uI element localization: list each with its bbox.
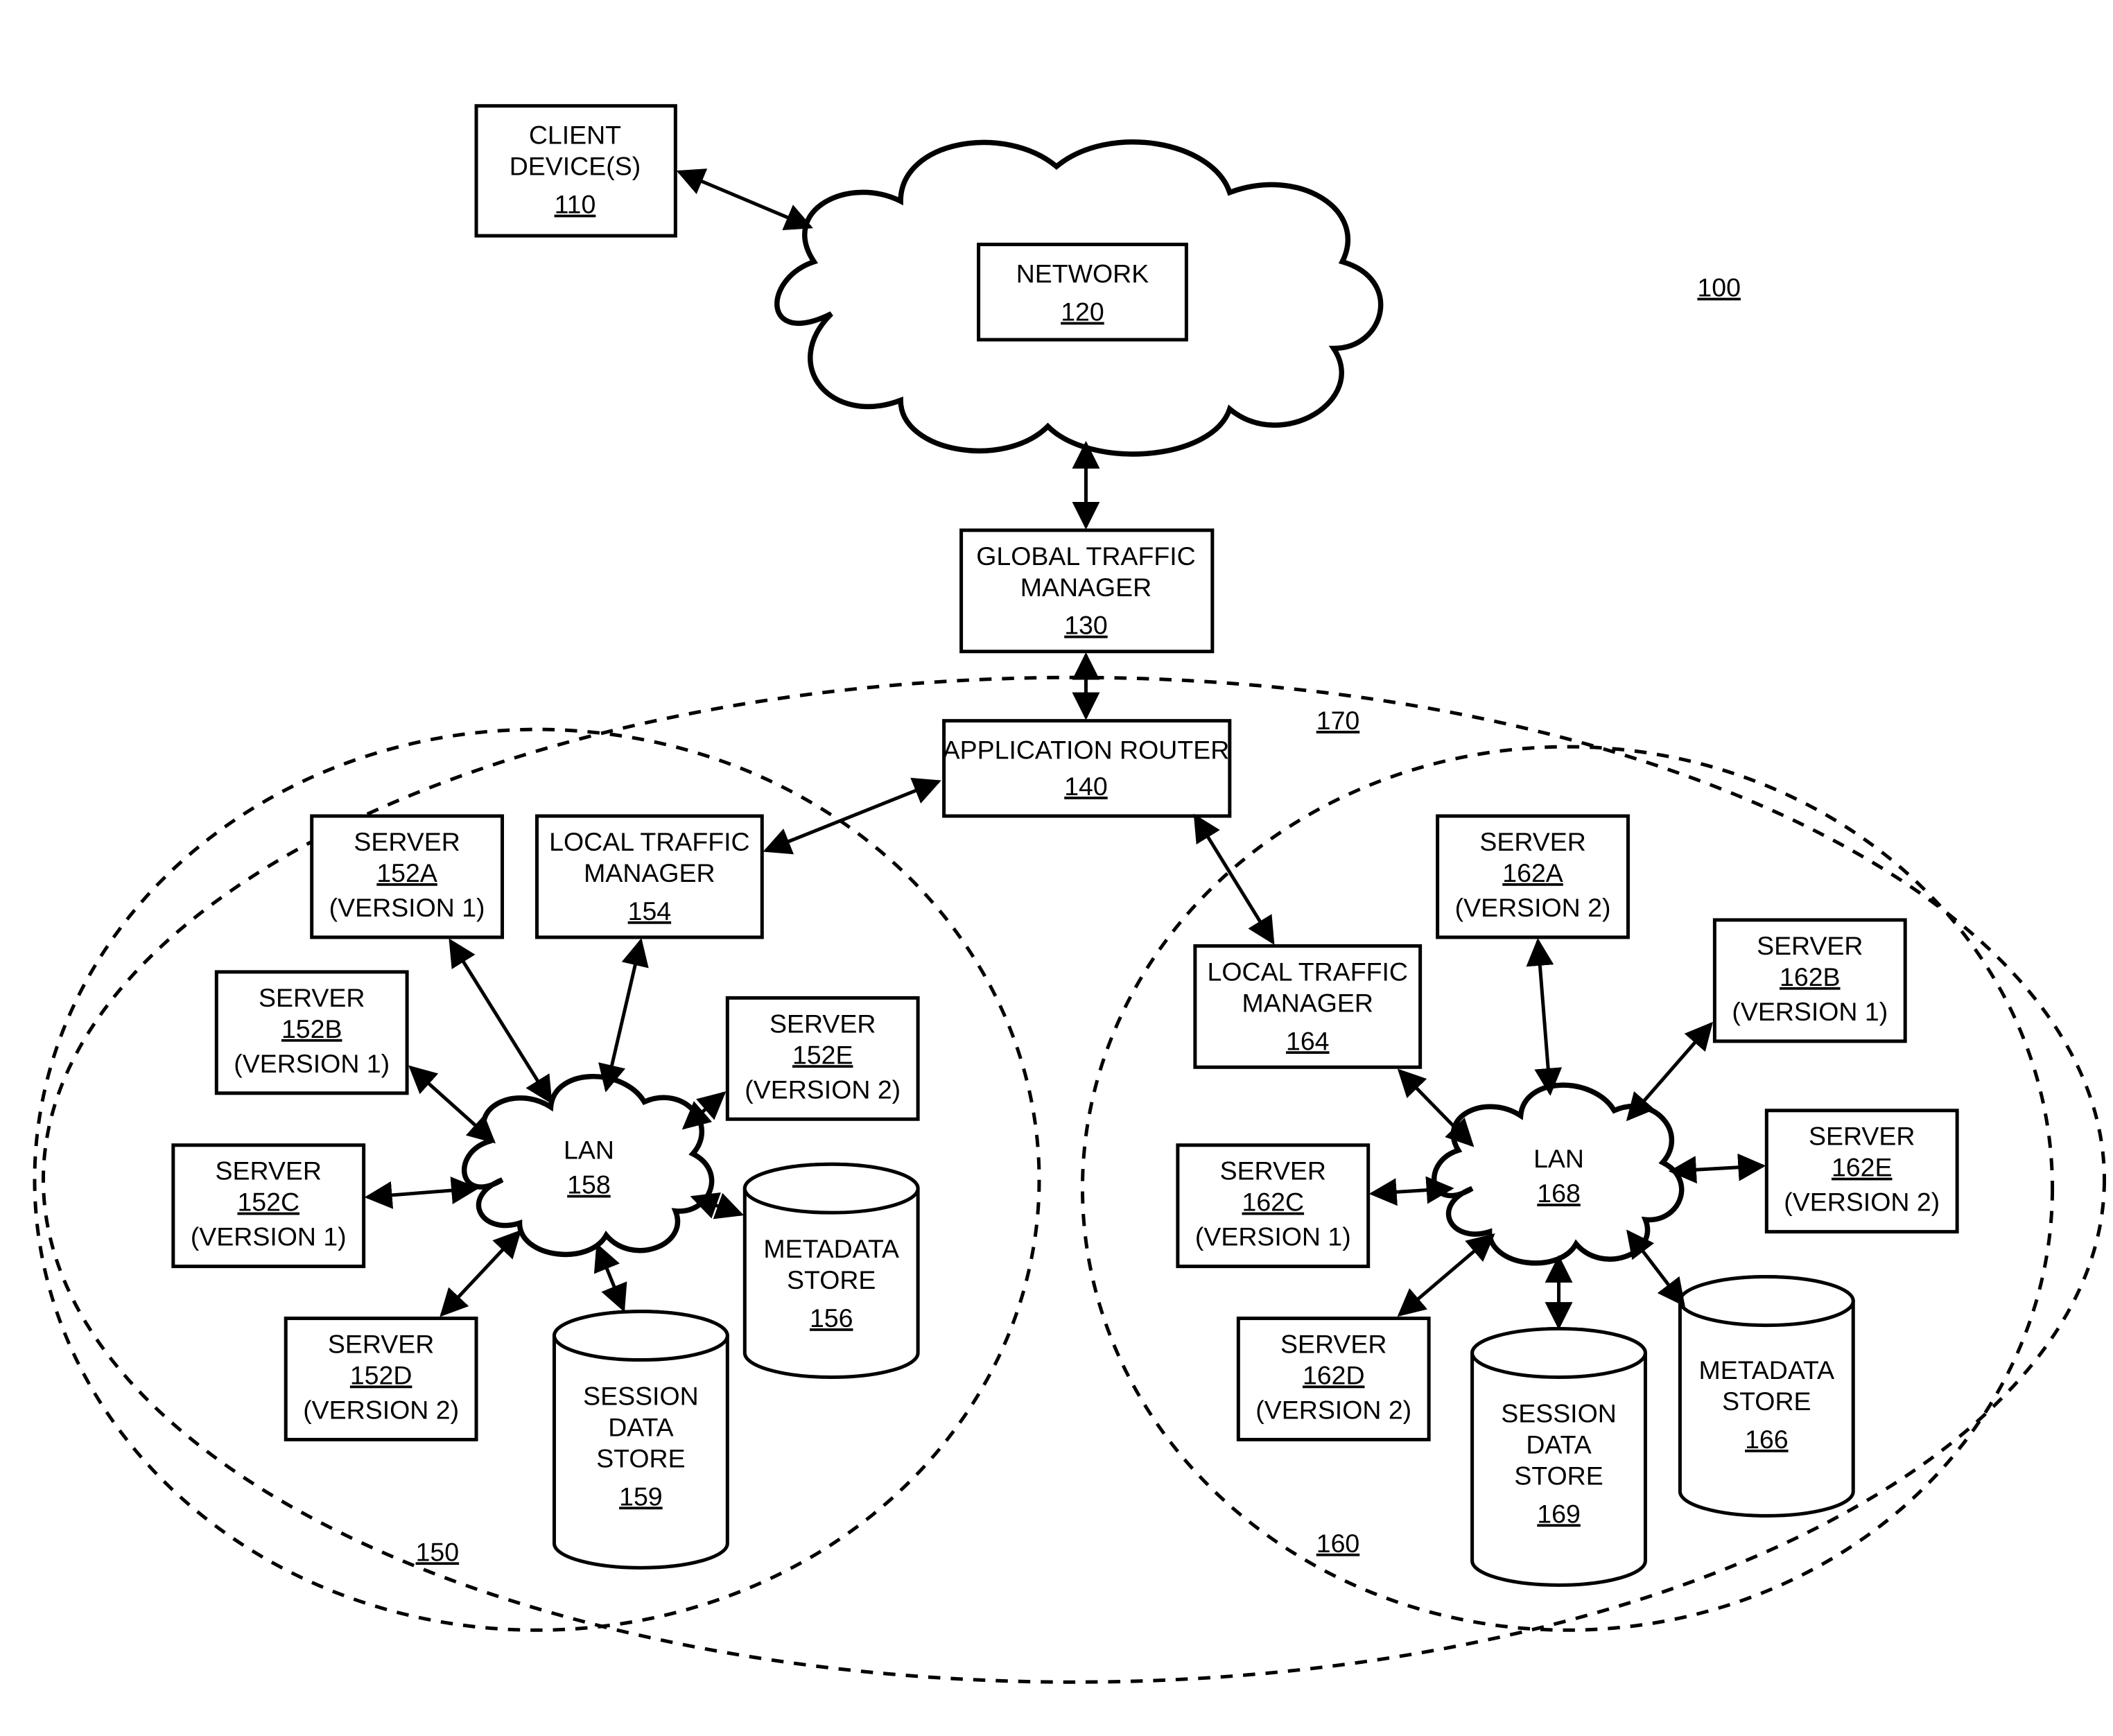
svg-text:SESSION: SESSION: [1501, 1398, 1617, 1427]
svg-text:(VERSION 1): (VERSION 1): [234, 1049, 390, 1078]
svg-text:SERVER: SERVER: [354, 827, 460, 856]
svg-text:MANAGER: MANAGER: [1020, 573, 1151, 602]
svg-text:SERVER: SERVER: [259, 983, 365, 1012]
right-session-store: SESSION DATA STORE 169: [1472, 1329, 1646, 1586]
svg-text:152B: 152B: [281, 1014, 342, 1043]
svg-text:130: 130: [1064, 611, 1108, 640]
left-server-c: SERVER 152C (VERSION 1): [173, 1145, 364, 1267]
svg-text:152E: 152E: [792, 1040, 853, 1069]
svg-text:164: 164: [1286, 1026, 1330, 1055]
svg-text:DEVICE(S): DEVICE(S): [510, 152, 641, 181]
right-server-c: SERVER 162C (VERSION 1): [1178, 1145, 1368, 1267]
svg-text:158: 158: [567, 1170, 611, 1199]
svg-text:166: 166: [1745, 1425, 1789, 1454]
right-server-b: SERVER 162B (VERSION 1): [1714, 920, 1905, 1041]
left-ltm-box: LOCAL TRAFFIC MANAGER 154: [537, 816, 762, 937]
svg-text:GLOBAL TRAFFIC: GLOBAL TRAFFIC: [976, 541, 1195, 571]
svg-text:CLIENT: CLIENT: [529, 121, 621, 150]
application-router-box: APPLICATION ROUTER 140: [943, 721, 1230, 816]
svg-text:STORE: STORE: [1722, 1387, 1811, 1416]
svg-text:MANAGER: MANAGER: [1242, 988, 1373, 1017]
svg-text:LOCAL TRAFFIC: LOCAL TRAFFIC: [1208, 957, 1408, 986]
svg-text:SERVER: SERVER: [1280, 1330, 1386, 1359]
left-server-b: SERVER 152B (VERSION 1): [216, 972, 407, 1093]
svg-text:160: 160: [1316, 1529, 1360, 1558]
right-metadata-store: METADATA STORE 166: [1680, 1277, 1853, 1516]
svg-text:154: 154: [628, 896, 672, 926]
left-session-store: SESSION DATA STORE 159: [554, 1312, 727, 1568]
svg-text:DATA: DATA: [608, 1412, 673, 1441]
svg-text:140: 140: [1064, 772, 1108, 801]
client-device-box: CLIENT DEVICE(S) 110: [476, 106, 675, 236]
svg-text:152D: 152D: [350, 1361, 412, 1390]
svg-text:(VERSION 2): (VERSION 2): [303, 1395, 459, 1424]
right-server-d: SERVER 162D (VERSION 2): [1238, 1319, 1429, 1440]
svg-text:162A: 162A: [1502, 858, 1563, 887]
right-ltm-box: LOCAL TRAFFIC MANAGER 164: [1195, 946, 1420, 1067]
svg-text:162B: 162B: [1780, 962, 1841, 991]
svg-text:169: 169: [1537, 1499, 1581, 1528]
svg-text:(VERSION 1): (VERSION 1): [191, 1222, 347, 1251]
svg-text:(VERSION 1): (VERSION 1): [1195, 1222, 1351, 1251]
svg-text:150: 150: [416, 1537, 460, 1566]
right-server-a: SERVER 162A (VERSION 2): [1438, 816, 1628, 937]
svg-text:SERVER: SERVER: [769, 1009, 876, 1038]
svg-text:(VERSION 1): (VERSION 1): [329, 893, 485, 922]
svg-text:STORE: STORE: [1514, 1461, 1603, 1490]
svg-text:LAN: LAN: [1533, 1144, 1584, 1173]
svg-text:SERVER: SERVER: [1479, 827, 1585, 856]
system-ref: 100: [1697, 273, 1741, 302]
right-server-e: SERVER 162E (VERSION 2): [1766, 1111, 1957, 1232]
svg-text:110: 110: [555, 190, 596, 219]
right-cluster: 160 LAN 168 LOCAL TRAFFIC MANAGER 164 SE…: [1082, 747, 2052, 1630]
svg-text:(VERSION 2): (VERSION 2): [1455, 893, 1611, 922]
svg-text:METADATA: METADATA: [763, 1234, 899, 1263]
svg-text:162E: 162E: [1832, 1153, 1893, 1182]
svg-text:STORE: STORE: [787, 1265, 876, 1294]
svg-text:120: 120: [1061, 297, 1104, 327]
outer-group-ref: 170: [1316, 706, 1360, 735]
left-server-a: SERVER 152A (VERSION 1): [312, 816, 503, 937]
svg-text:SERVER: SERVER: [1809, 1122, 1915, 1151]
svg-text:(VERSION 2): (VERSION 2): [745, 1075, 901, 1104]
svg-text:SERVER: SERVER: [328, 1330, 434, 1359]
svg-text:(VERSION 1): (VERSION 1): [1732, 997, 1888, 1026]
svg-text:APPLICATION ROUTER: APPLICATION ROUTER: [943, 736, 1230, 765]
svg-text:156: 156: [810, 1303, 853, 1333]
svg-text:DATA: DATA: [1526, 1430, 1591, 1459]
svg-text:METADATA: METADATA: [1698, 1355, 1834, 1385]
svg-text:LAN: LAN: [564, 1136, 614, 1165]
svg-text:152C: 152C: [237, 1188, 299, 1217]
svg-text:168: 168: [1537, 1179, 1581, 1208]
svg-text:(VERSION 2): (VERSION 2): [1255, 1395, 1411, 1424]
svg-text:162C: 162C: [1242, 1188, 1305, 1217]
global-traffic-manager-box: GLOBAL TRAFFIC MANAGER 130: [962, 530, 1212, 652]
svg-text:SESSION: SESSION: [583, 1381, 699, 1410]
svg-text:162D: 162D: [1303, 1361, 1365, 1390]
network-cloud: NETWORK 120: [777, 142, 1381, 454]
left-metadata-store: METADATA STORE 156: [745, 1164, 918, 1377]
svg-text:SERVER: SERVER: [1757, 931, 1863, 960]
svg-text:SERVER: SERVER: [216, 1156, 322, 1186]
left-server-d: SERVER 152D (VERSION 2): [286, 1319, 476, 1440]
left-cluster: 150 LAN 158 LOCAL TRAFFIC MANAGER 154 SE…: [35, 729, 1039, 1630]
left-lan-cloud: LAN 158: [464, 1077, 712, 1255]
svg-text:(VERSION 2): (VERSION 2): [1784, 1188, 1940, 1217]
left-server-e: SERVER 152E (VERSION 2): [727, 998, 918, 1119]
svg-text:159: 159: [619, 1482, 663, 1511]
system-diagram: 100 CLIENT DEVICE(S) 110 NETWORK 120 GLO…: [0, 0, 2113, 1736]
svg-text:152A: 152A: [376, 858, 437, 887]
svg-text:NETWORK: NETWORK: [1016, 259, 1149, 288]
svg-text:STORE: STORE: [596, 1443, 685, 1473]
svg-text:MANAGER: MANAGER: [584, 858, 715, 887]
svg-text:SERVER: SERVER: [1220, 1156, 1326, 1186]
right-lan-cloud: LAN 168: [1434, 1085, 1682, 1263]
svg-text:LOCAL TRAFFIC: LOCAL TRAFFIC: [549, 827, 749, 856]
